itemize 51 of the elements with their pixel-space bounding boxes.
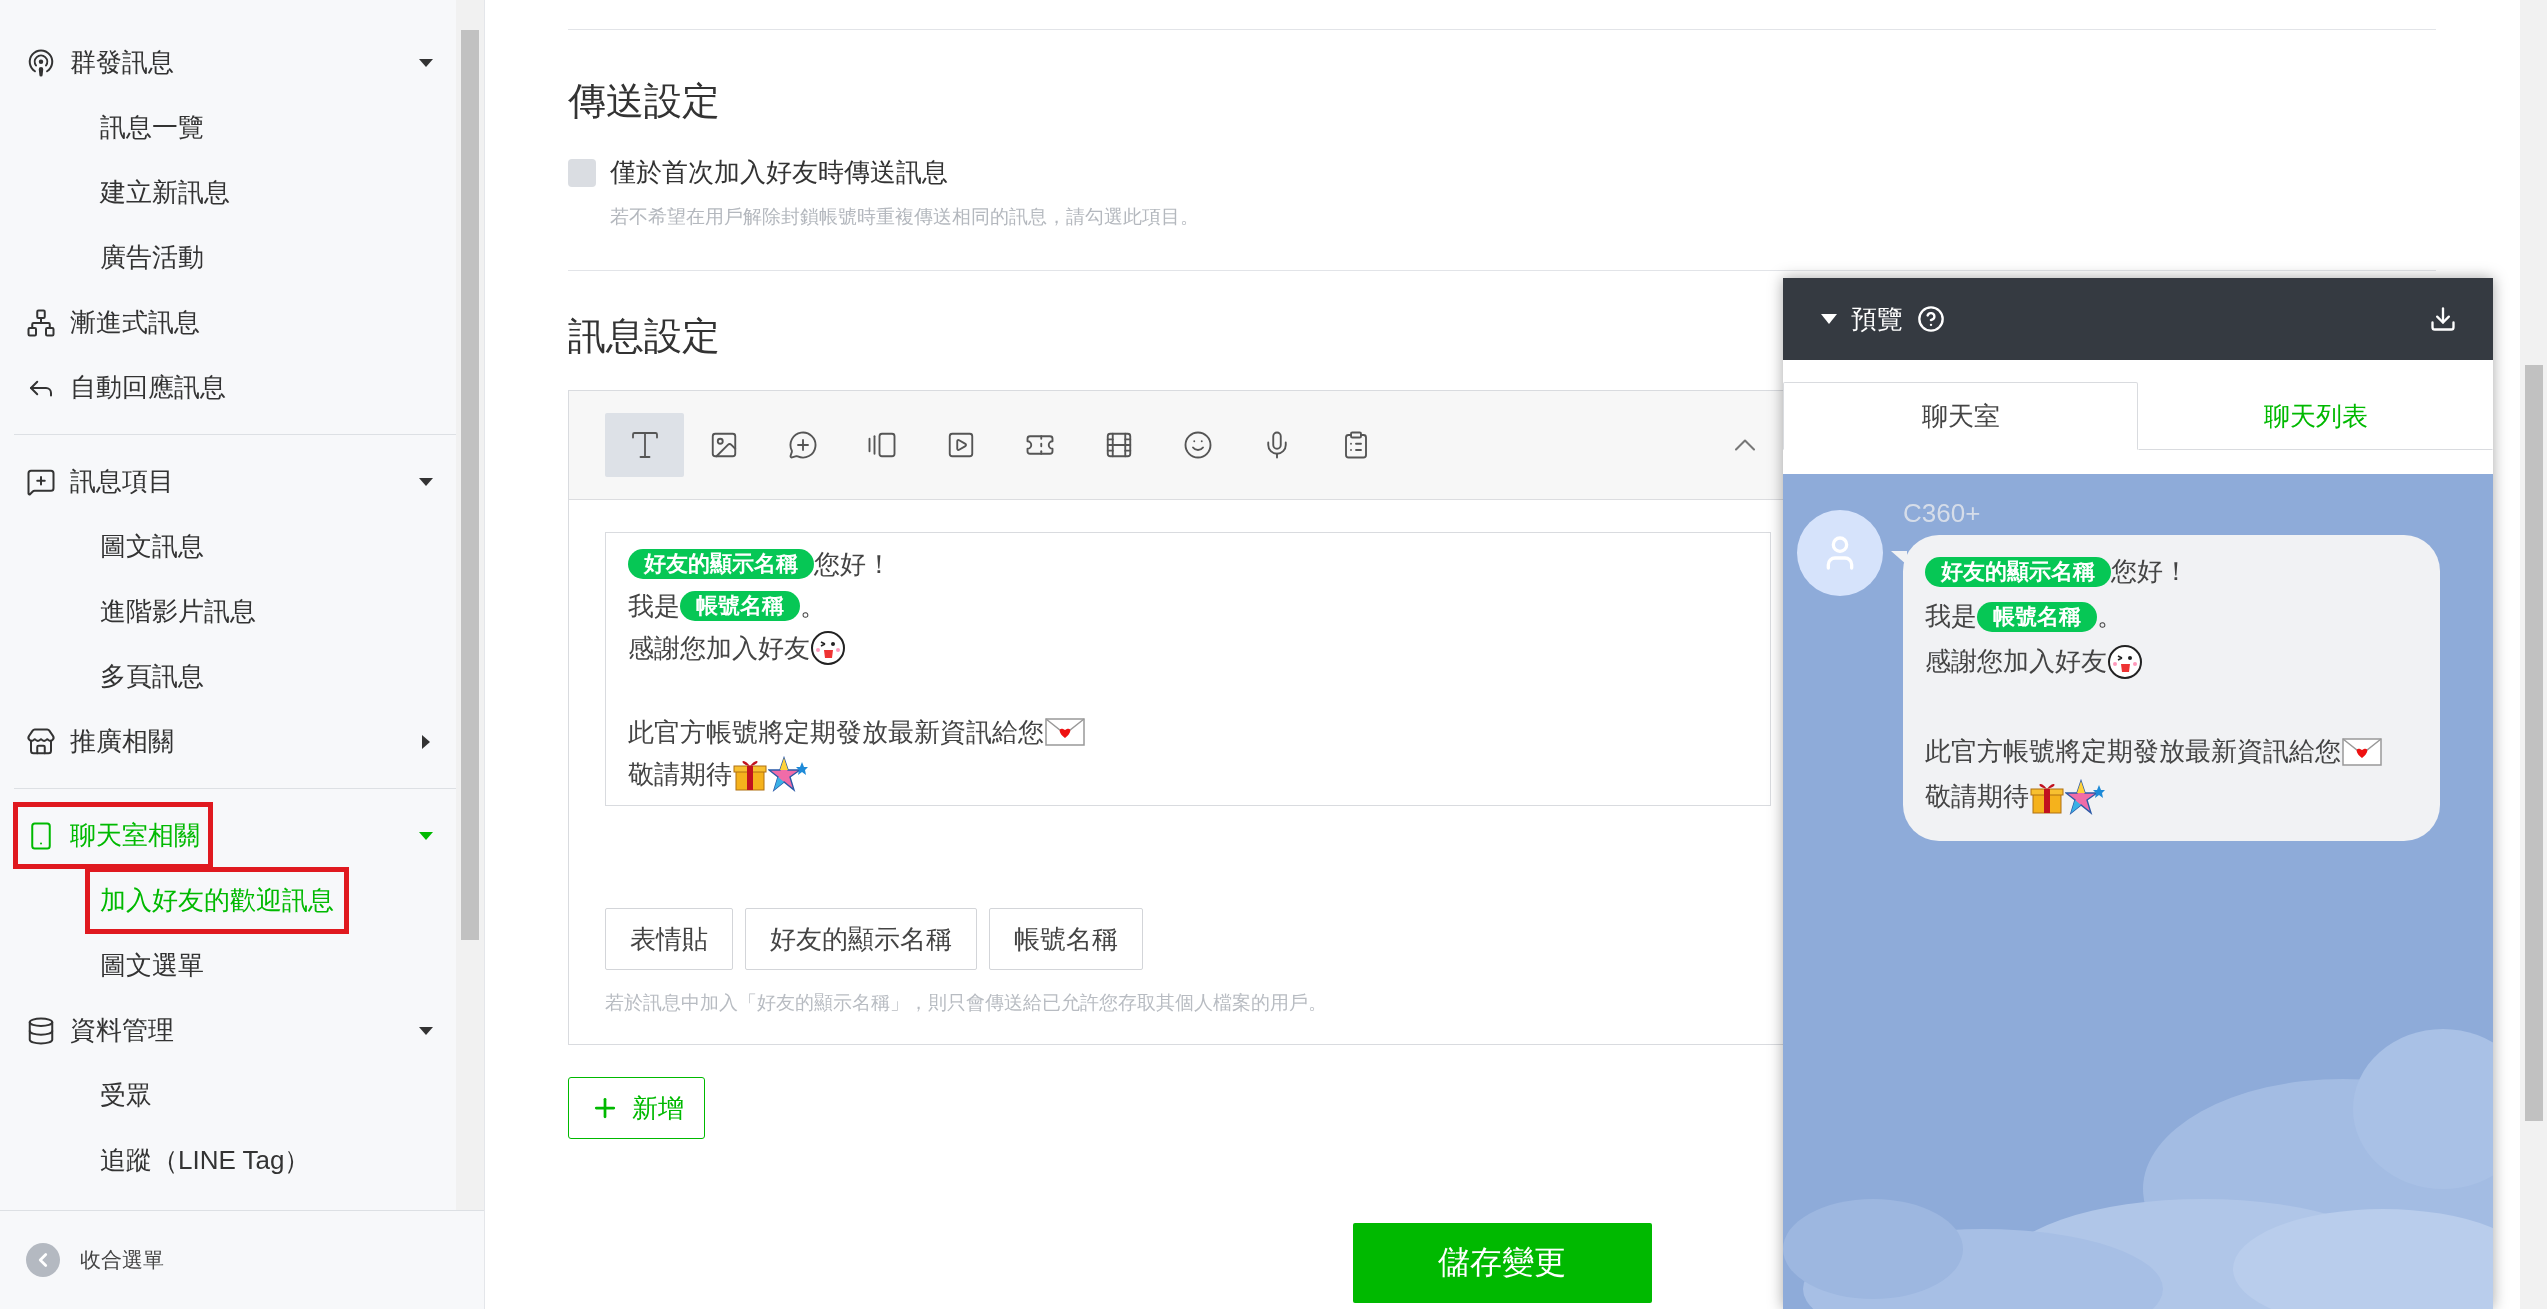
message-text: 敬請期待 bbox=[1925, 780, 2029, 813]
sidebar-subitem[interactable]: 訊息一覽 bbox=[86, 95, 218, 160]
insert-button[interactable]: 表情貼 bbox=[605, 908, 733, 970]
sidebar-item-label: 訊息項目 bbox=[70, 465, 174, 498]
message-text: 我是 bbox=[1925, 600, 1977, 633]
sidebar-item-label: 資料管理 bbox=[70, 1014, 174, 1047]
sidebar-item[interactable]: 漸進式訊息 bbox=[14, 290, 212, 355]
variable-tag: 帳號名稱 bbox=[680, 591, 800, 621]
message-text: 您好！ bbox=[814, 548, 892, 581]
section-title: 訊息設定 bbox=[568, 314, 720, 359]
preview-title: 預覽 bbox=[1851, 302, 1903, 336]
message-text: 此官方帳號將定期發放最新資訊給您 bbox=[628, 716, 1044, 749]
message-text: 感謝您加入好友 bbox=[1925, 645, 2107, 678]
message-text: 敬請期待 bbox=[628, 758, 732, 791]
insert-button[interactable]: 好友的顯示名稱 bbox=[745, 908, 977, 970]
hint-text: 若於訊息中加入「好友的顯示名稱」，則只會傳送給已允許您存取其個人檔案的用戶。 bbox=[605, 991, 1328, 1015]
sidebar-item[interactable]: 推廣相關 bbox=[14, 709, 186, 774]
message-text: 。 bbox=[800, 590, 826, 623]
message-text: 您好！ bbox=[2111, 555, 2189, 588]
sidebar-item-label: 聊天室相關 bbox=[70, 819, 200, 852]
message-text: 此官方帳號將定期發放最新資訊給您 bbox=[1925, 735, 2341, 768]
sender-name: C360+ bbox=[1903, 498, 1982, 529]
message-text: 感謝您加入好友 bbox=[628, 632, 810, 665]
sidebar-item[interactable]: 訊息項目 bbox=[14, 449, 186, 514]
variable-tag: 帳號名稱 bbox=[1977, 601, 2097, 632]
message-text-field[interactable]: 好友的顯示名稱 您好！ 我是 帳號名稱 。 感謝您加入好友 此官方帳號將定期發放最新資訊給您 敬請期待 bbox=[605, 532, 1771, 806]
sidebar-item-label: 推廣相關 bbox=[70, 725, 174, 758]
insert-button[interactable]: 帳號名稱 bbox=[989, 908, 1143, 970]
sidebar-item[interactable]: 群發訊息 bbox=[14, 30, 186, 95]
variable-tag: 好友的顯示名稱 bbox=[1925, 556, 2111, 587]
sidebar-subitem[interactable]: 進階影片訊息 bbox=[86, 579, 270, 644]
message-text: 我是 bbox=[628, 590, 680, 623]
sidebar-item-label: 漸進式訊息 bbox=[70, 306, 200, 339]
message-text: 。 bbox=[2097, 600, 2123, 633]
variable-tag: 好友的顯示名稱 bbox=[628, 549, 814, 579]
section-title: 傳送設定 bbox=[568, 79, 720, 124]
sidebar-item[interactable]: 自動回應訊息 bbox=[14, 355, 238, 420]
preview-tab[interactable]: 聊天室 bbox=[1783, 382, 2138, 450]
sidebar-subitem[interactable]: 圖文選單 bbox=[86, 933, 218, 998]
sidebar-item-label: 群發訊息 bbox=[70, 46, 174, 79]
sidebar-item-label: 自動回應訊息 bbox=[70, 371, 226, 404]
sidebar-subitem[interactable]: 圖文訊息 bbox=[86, 514, 218, 579]
sidebar-subitem[interactable]: 受眾 bbox=[86, 1063, 166, 1128]
sidebar-subitem[interactable]: 追蹤（LINE Tag） bbox=[86, 1128, 325, 1193]
checkbox-label[interactable]: 僅於首次加入好友時傳送訊息 bbox=[610, 155, 948, 190]
sidebar-subitem[interactable]: 建立新訊息 bbox=[86, 160, 244, 225]
collapse-menu-label[interactable]: 收合選單 bbox=[80, 1246, 164, 1274]
sidebar-subitem[interactable]: 多頁訊息 bbox=[86, 644, 218, 709]
sidebar-item[interactable]: 資料管理 bbox=[14, 998, 186, 1063]
hint-text: 若不希望在用戶解除封鎖帳號時重複傳送相同的訊息，請勾選此項目。 bbox=[610, 205, 1200, 229]
sidebar-subitem[interactable]: 廣告活動 bbox=[86, 225, 218, 290]
